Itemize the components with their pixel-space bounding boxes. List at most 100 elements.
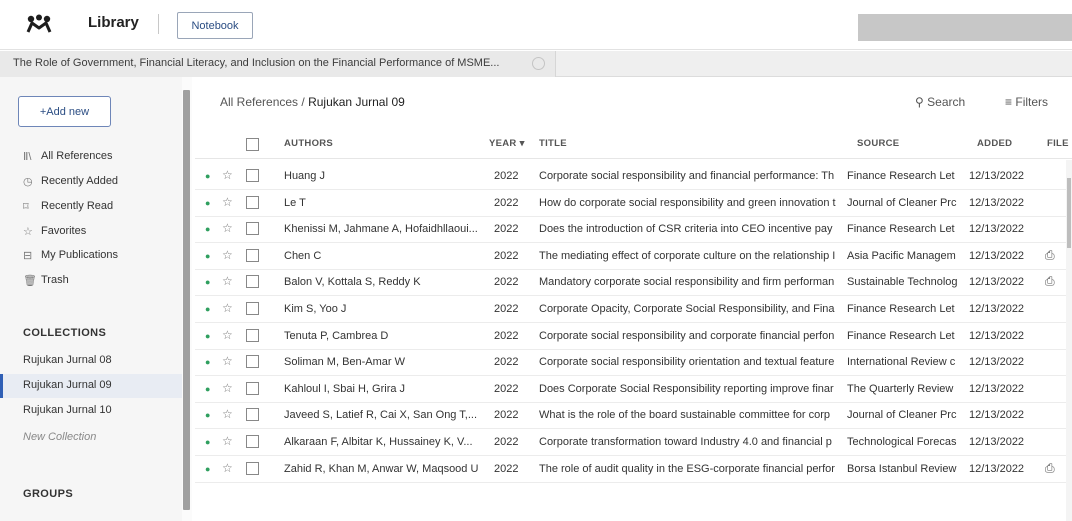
table-row[interactable]: ● ☆ Soliman M, Ben-Amar W 2022 Corporate soc… bbox=[195, 349, 1072, 377]
sidebar-item-label: Recently Read bbox=[41, 200, 114, 212]
favorite-star-icon[interactable]: ☆ bbox=[222, 461, 233, 475]
sidebar-item-trash[interactable]: 🗑 Trash bbox=[23, 271, 69, 289]
all-references-icon: Ⅱ\ bbox=[23, 150, 32, 163]
table-row[interactable]: ● ☆ Alkaraan F, Albitar K, Hussainey K, V.… bbox=[195, 429, 1072, 456]
column-header-source[interactable]: SOURCE bbox=[857, 138, 899, 149]
row-source: Asia Pacific Managem bbox=[847, 249, 956, 262]
new-collection-link[interactable]: New Collection bbox=[23, 431, 96, 443]
favorite-star-icon[interactable]: ☆ bbox=[222, 195, 233, 209]
row-checkbox[interactable] bbox=[246, 222, 259, 236]
account-area[interactable] bbox=[858, 14, 1072, 41]
sort-down-icon: ▾ bbox=[519, 138, 525, 149]
sidebar bbox=[0, 77, 182, 521]
favorite-star-icon[interactable]: ☆ bbox=[222, 301, 233, 315]
row-added: 12/13/2022 bbox=[969, 249, 1025, 262]
table-row[interactable]: ● ☆ Chen C 2022 The mediating effect of corp… bbox=[195, 243, 1072, 270]
favorite-star-icon[interactable]: ☆ bbox=[222, 354, 233, 368]
header-divider bbox=[158, 14, 159, 34]
search-button[interactable]: ⚲ Search bbox=[915, 95, 965, 109]
row-authors: Khenissi M, Jahmane A, Hofaidhllaoui... bbox=[284, 223, 478, 236]
unread-dot-icon: ● bbox=[205, 383, 211, 394]
notebook-button[interactable]: Notebook bbox=[177, 12, 253, 39]
trash-icon: 🗑 bbox=[23, 274, 37, 287]
table-row[interactable]: ● ☆ Tenuta P, Cambrea D 2022 Corporate socia… bbox=[195, 323, 1072, 350]
top-bar: Library Notebook bbox=[0, 0, 1072, 50]
sidebar-item-my-publications[interactable]: ⊟ My Publications bbox=[23, 246, 118, 264]
favorite-star-icon[interactable]: ☆ bbox=[222, 328, 233, 342]
mendeley-logo-icon[interactable] bbox=[26, 14, 52, 34]
favorite-star-icon[interactable]: ☆ bbox=[222, 407, 233, 421]
collection-item-active[interactable]: Rujukan Jurnal 09 bbox=[0, 374, 182, 398]
row-source: Journal of Cleaner Prc bbox=[847, 409, 957, 422]
unread-dot-icon: ● bbox=[205, 357, 211, 368]
document-tab[interactable]: The Role of Government, Financial Litera… bbox=[0, 51, 556, 77]
collection-item[interactable]: Rujukan Jurnal 08 bbox=[0, 349, 182, 373]
row-authors: Kim S, Yoo J bbox=[284, 303, 347, 315]
row-authors: Alkaraan F, Albitar K, Hussainey K, V... bbox=[284, 436, 473, 448]
row-checkbox[interactable] bbox=[246, 355, 259, 369]
favorite-star-icon[interactable]: ☆ bbox=[222, 381, 233, 395]
table-row[interactable]: ● ☆ Zahid R, Khan M, Anwar W, Maqsood U 202… bbox=[195, 456, 1072, 483]
table-row[interactable]: ● ☆ Kim S, Yoo J 2022 Corporate Opacity, Cor… bbox=[195, 296, 1072, 323]
row-checkbox[interactable] bbox=[246, 328, 259, 342]
column-header-title[interactable]: TITLE bbox=[539, 138, 567, 149]
row-added: 12/13/2022 bbox=[969, 409, 1025, 422]
unread-dot-icon: ● bbox=[205, 224, 211, 235]
library-title: Library bbox=[88, 14, 139, 31]
filters-label: Filters bbox=[1015, 95, 1049, 109]
row-checkbox[interactable] bbox=[246, 248, 259, 262]
close-tab-icon[interactable] bbox=[532, 57, 545, 70]
row-year: 2022 bbox=[494, 329, 519, 342]
row-added: 12/13/2022 bbox=[969, 303, 1025, 315]
table-row[interactable]: ● ☆ Kahloul I, Sbai H, Grira J 2022 Does Cor… bbox=[195, 376, 1072, 403]
row-checkbox[interactable] bbox=[246, 381, 259, 395]
row-checkbox[interactable] bbox=[246, 195, 259, 209]
row-authors: Kahloul I, Sbai H, Grira J bbox=[284, 382, 406, 395]
row-title: Corporate transformation toward Industry… bbox=[539, 436, 832, 448]
sidebar-item-all-references[interactable]: Ⅱ\ All References bbox=[23, 147, 113, 165]
column-header-added[interactable]: ADDED bbox=[977, 138, 1012, 149]
row-source: Finance Research Let bbox=[847, 170, 955, 182]
groups-heading: GROUPS bbox=[23, 488, 74, 500]
bookmark-icon: ⌑ bbox=[23, 200, 29, 213]
favorite-star-icon[interactable]: ☆ bbox=[222, 221, 233, 235]
filters-button[interactable]: ≡ Filters bbox=[1005, 95, 1048, 109]
favorite-star-icon[interactable]: ☆ bbox=[222, 168, 233, 182]
select-all-checkbox[interactable] bbox=[246, 138, 259, 151]
row-year: 2022 bbox=[494, 462, 519, 475]
collection-item[interactable]: Rujukan Jurnal 10 bbox=[0, 399, 182, 423]
breadcrumb-root[interactable]: All References bbox=[220, 95, 298, 109]
table-row[interactable]: ● ☆ Le T 2022 How do corporate social respon… bbox=[195, 190, 1072, 217]
row-title: Does Corporate Social Responsibility rep… bbox=[539, 382, 834, 395]
table-row[interactable]: ● ☆ Balon V, Kottala S, Reddy K 2022 Mandato… bbox=[195, 269, 1072, 297]
table-scroll-thumb[interactable] bbox=[1067, 178, 1071, 248]
file-icon[interactable]: ⎙ bbox=[1045, 274, 1055, 289]
sidebar-scroll-thumb[interactable] bbox=[183, 90, 190, 510]
file-icon[interactable]: ⎙ bbox=[1045, 461, 1055, 476]
row-checkbox[interactable] bbox=[246, 302, 259, 315]
table-row[interactable]: ● ☆ Huang J 2022 Corporate social responsibi… bbox=[195, 163, 1072, 190]
row-checkbox[interactable] bbox=[246, 408, 259, 422]
sidebar-item-favorites[interactable]: ☆ Favorites bbox=[23, 222, 86, 240]
row-added: 12/13/2022 bbox=[969, 170, 1025, 182]
sidebar-item-recently-added[interactable]: ◷ Recently Added bbox=[23, 172, 118, 190]
table-row[interactable]: ● ☆ Khenissi M, Jahmane A, Hofaidhllaoui..… bbox=[195, 216, 1072, 244]
row-checkbox[interactable] bbox=[246, 169, 259, 182]
file-icon[interactable]: ⎙ bbox=[1045, 248, 1055, 263]
row-checkbox[interactable] bbox=[246, 435, 259, 448]
row-checkbox[interactable] bbox=[246, 461, 259, 475]
sidebar-item-recently-read[interactable]: ⌑ Recently Read bbox=[23, 197, 113, 215]
row-checkbox[interactable] bbox=[246, 275, 259, 289]
favorite-star-icon[interactable]: ☆ bbox=[222, 274, 233, 288]
favorite-star-icon[interactable]: ☆ bbox=[222, 434, 233, 448]
add-new-button[interactable]: +Add new bbox=[18, 96, 111, 127]
column-header-file[interactable]: FILE bbox=[1047, 138, 1069, 149]
column-header-year[interactable]: YEAR ▾ bbox=[489, 138, 525, 149]
unread-dot-icon: ● bbox=[205, 304, 211, 314]
favorite-star-icon[interactable]: ☆ bbox=[222, 248, 233, 262]
column-header-authors[interactable]: AUTHORS bbox=[284, 138, 333, 149]
breadcrumb-current: Rujukan Jurnal 09 bbox=[308, 95, 405, 109]
filter-icon: ≡ bbox=[1005, 95, 1013, 109]
table-row[interactable]: ● ☆ Javeed S, Latief R, Cai X, San Ong T,.… bbox=[195, 402, 1072, 430]
row-authors: Le T bbox=[284, 196, 306, 209]
